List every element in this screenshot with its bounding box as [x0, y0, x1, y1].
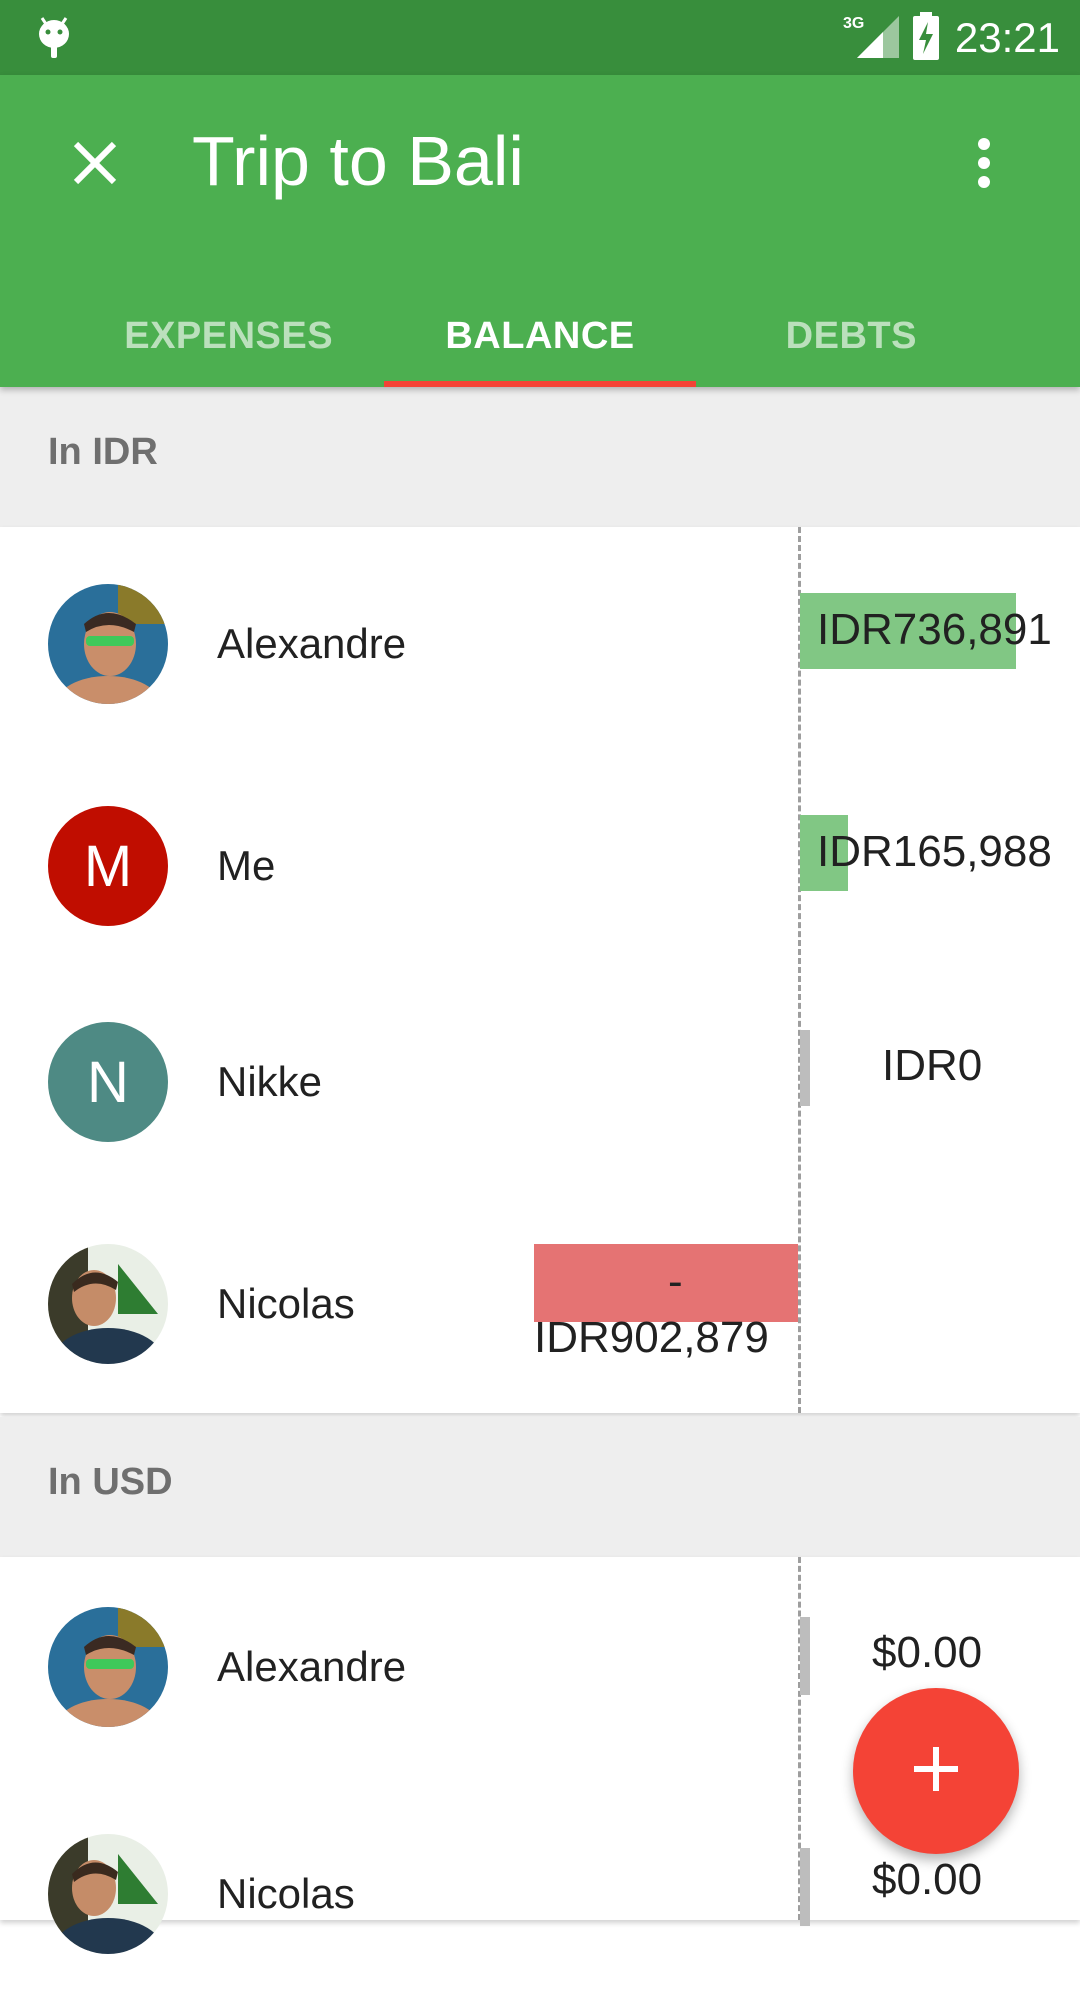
network-type-label: 3G	[843, 15, 864, 32]
add-icon	[912, 1745, 960, 1798]
balance-amount: IDR165,988	[817, 827, 1052, 876]
person-name: Alexandre	[217, 620, 407, 667]
more-vert-icon	[977, 137, 991, 194]
avatar	[48, 1607, 168, 1727]
tab-expenses[interactable]: EXPENSES	[73, 285, 384, 387]
balance-amount: $0.00	[872, 1628, 983, 1677]
balance-amount: IDR0	[882, 1041, 983, 1090]
zero-balance-bar	[800, 1030, 810, 1106]
tab-balance[interactable]: BALANCE	[384, 285, 696, 387]
avatar	[48, 1834, 168, 1954]
section-header-idr: In IDR	[0, 387, 1080, 527]
section-header-usd: In USD	[0, 1417, 1080, 1557]
avatar: M	[48, 806, 168, 926]
tab-debts[interactable]: DEBTS	[696, 285, 1007, 387]
person-name: Alexandre	[217, 1643, 407, 1690]
list-item[interactable]: Nicolas - IDR902,879	[0, 1194, 1080, 1414]
avatar	[48, 584, 168, 704]
avatar-initial: M	[83, 833, 133, 899]
app-bar: Trip to Bali EXPENSES BALANCE DEBTS	[0, 75, 1080, 387]
zero-balance-bar	[800, 1848, 810, 1926]
balance-amount: IDR902,879	[534, 1313, 769, 1362]
avatar: N	[48, 1022, 168, 1142]
list-item[interactable]: Alexandre IDR736,891	[0, 534, 1080, 754]
list-item[interactable]: N Nikke IDR0	[0, 972, 1080, 1192]
person-name: Nikke	[217, 1058, 323, 1105]
status-time: 23:21	[954, 14, 1060, 61]
close-button[interactable]	[62, 132, 128, 198]
android-icon	[36, 14, 72, 65]
person-name: Nicolas	[217, 1280, 355, 1327]
battery-charging-icon	[911, 11, 941, 65]
balance-amount: $0.00	[872, 1855, 983, 1904]
add-expense-button[interactable]	[853, 1688, 1019, 1854]
zero-balance-bar	[800, 1617, 810, 1695]
list-item[interactable]: M Me IDR165,988	[0, 756, 1080, 976]
person-name: Nicolas	[217, 1870, 355, 1917]
balance-amount-sign: -	[668, 1257, 683, 1306]
status-bar: 3G 23:21	[0, 0, 1080, 75]
balance-amount: IDR736,891	[817, 605, 1052, 654]
balance-card-idr: Alexandre IDR736,891 M Me IDR165,988 N N…	[0, 527, 1080, 1413]
avatar	[48, 1244, 168, 1364]
avatar-initial: N	[87, 1049, 129, 1115]
more-options-button[interactable]	[960, 130, 1008, 200]
signal-icon: 3G	[843, 12, 901, 65]
close-icon	[72, 140, 118, 191]
person-name: Me	[217, 842, 276, 889]
page-title: Trip to Bali	[192, 122, 524, 200]
tab-bar: EXPENSES BALANCE DEBTS	[73, 285, 1007, 387]
